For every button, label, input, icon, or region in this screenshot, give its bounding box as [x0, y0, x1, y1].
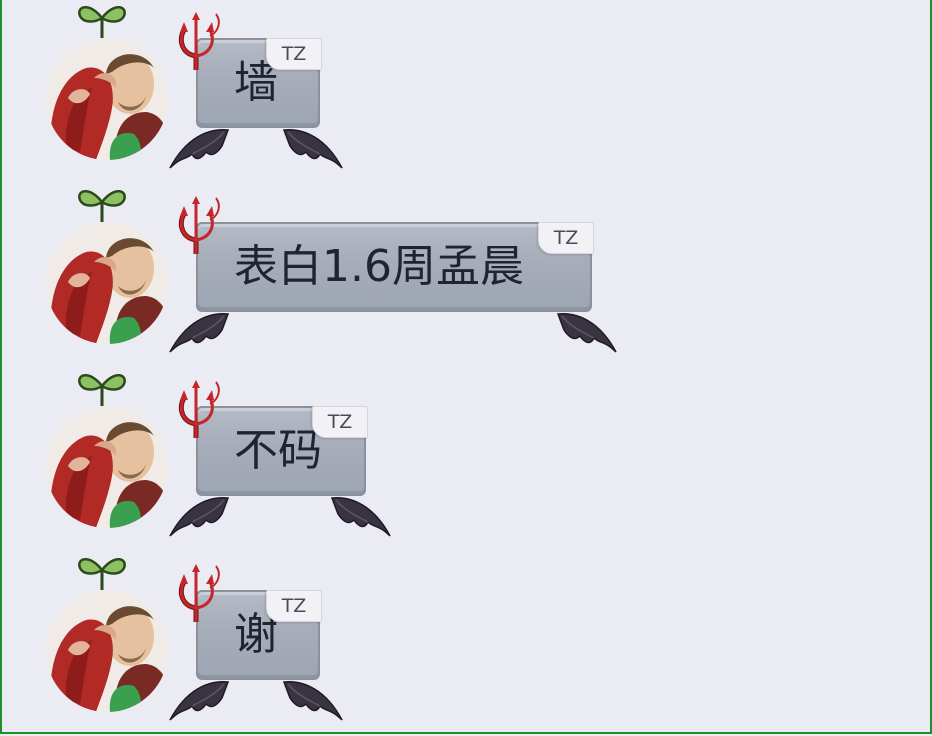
bat-wing-left-icon [169, 129, 229, 169]
message-row: 不码 TZ [0, 368, 932, 538]
devil-trident-icon [174, 378, 224, 438]
message-text: 表白1.6周孟晨 [234, 241, 524, 292]
message-row: 表白1.6周孟晨 TZ [0, 184, 932, 354]
bat-wing-left-icon [169, 313, 229, 353]
sprout-icon [77, 557, 127, 592]
message-tag: TZ [266, 590, 322, 622]
sprout-icon [77, 373, 127, 408]
message-row: 墙 TZ [0, 0, 932, 170]
bat-wing-right-icon [557, 313, 617, 353]
bat-wing-right-icon [283, 129, 343, 169]
sprout-icon [77, 189, 127, 224]
devil-trident-icon [174, 194, 224, 254]
avatar[interactable] [46, 406, 168, 528]
bat-wing-left-icon [169, 681, 229, 721]
devil-trident-icon [174, 562, 224, 622]
message-tag: TZ [538, 222, 594, 254]
bat-wing-left-icon [169, 497, 229, 537]
message-row: 谢 TZ [0, 552, 932, 722]
message-tag: TZ [266, 38, 322, 70]
devil-trident-icon [174, 10, 224, 70]
avatar[interactable] [46, 590, 168, 712]
bat-wing-right-icon [331, 497, 391, 537]
message-bubble[interactable]: 表白1.6周孟晨 TZ [196, 222, 594, 312]
bat-wing-right-icon [283, 681, 343, 721]
sprout-icon [77, 5, 127, 40]
message-tag: TZ [312, 406, 368, 438]
avatar[interactable] [46, 222, 168, 344]
avatar[interactable] [46, 38, 168, 160]
